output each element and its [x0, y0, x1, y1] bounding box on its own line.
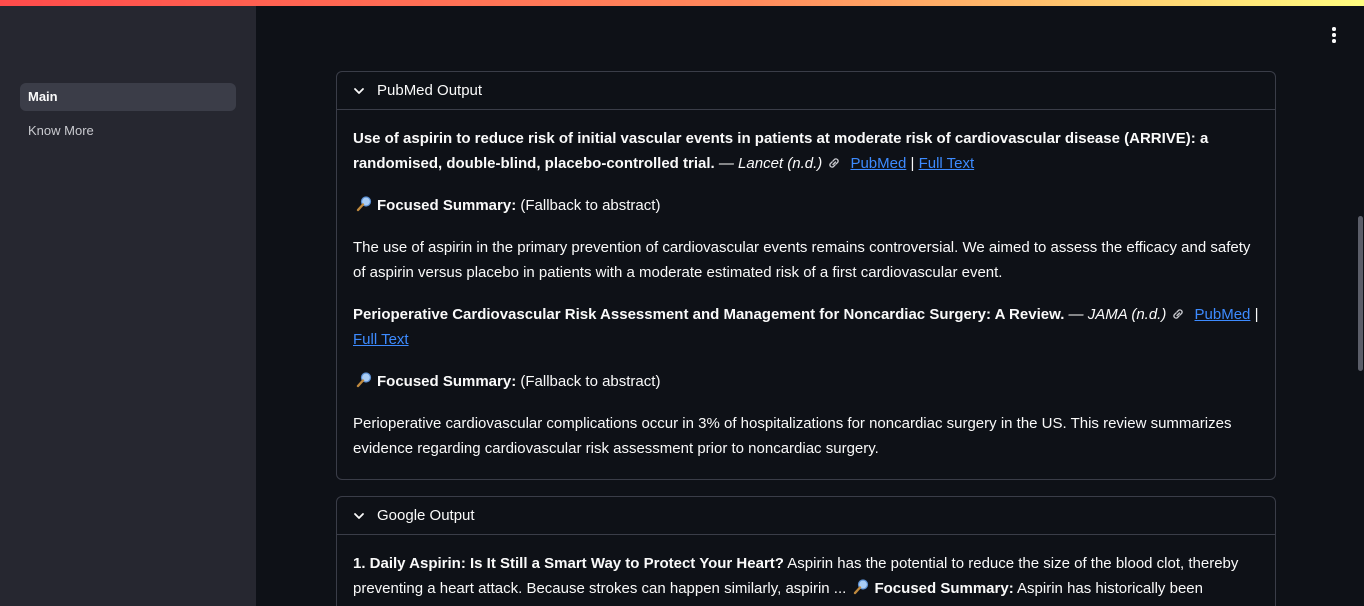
result-title: 1. Daily Aspirin: Is It Still a Smart Wa…: [353, 555, 784, 572]
link-separator: |: [910, 155, 915, 172]
scrollbar-thumb[interactable]: [1358, 216, 1363, 371]
summary-text: Aspirin has historically been: [1017, 580, 1203, 597]
sidebar-item-know-more[interactable]: Know More: [20, 117, 236, 145]
article-journal: — JAMA (n.d.): [1068, 306, 1167, 323]
more-vertical-icon[interactable]: [1322, 24, 1346, 46]
article-title: Perioperative Cardiovascular Risk Assess…: [353, 306, 1065, 323]
pubmed-output-body: Use of aspirin to reduce risk of initial…: [337, 110, 1275, 461]
pubmed-link[interactable]: PubMed: [850, 155, 906, 172]
full-text-link[interactable]: Full Text: [919, 155, 975, 172]
google-output-title: Google Output: [377, 507, 475, 524]
chevron-down-icon: [354, 87, 364, 94]
pubmed-output-title: PubMed Output: [377, 82, 483, 99]
sidebar-item-label: Know More: [28, 123, 94, 138]
google-output-body: 1. Daily Aspirin: Is It Still a Smart Wa…: [337, 535, 1275, 601]
link-icon: [829, 158, 839, 168]
google-result: 1. Daily Aspirin: Is It Still a Smart Wa…: [353, 551, 1259, 601]
magnifier-icon: [356, 372, 372, 388]
sidebar-item-main[interactable]: Main: [20, 83, 236, 111]
magnifier-icon: [356, 196, 372, 212]
full-text-link[interactable]: Full Text: [353, 331, 409, 348]
summary-label: Focused Summary:: [377, 197, 517, 214]
focused-summary-line: Focused Summary: (Fallback to abstract): [353, 369, 1259, 394]
summary-note: (Fallback to abstract): [520, 373, 661, 390]
article-abstract: Perioperative cardiovascular complicatio…: [353, 415, 1232, 457]
chevron-down-icon: [354, 512, 364, 519]
article-journal: — Lancet (n.d.): [718, 155, 823, 172]
summary-note: (Fallback to abstract): [520, 197, 661, 214]
link-icon: [1173, 309, 1184, 319]
link-separator: |: [1254, 306, 1259, 323]
magnifier-icon: [854, 579, 869, 595]
summary-label: Focused Summary:: [874, 580, 1014, 597]
focused-summary-line: Focused Summary: (Fallback to abstract): [353, 193, 1259, 218]
pubmed-output-expander: PubMed Output Use of aspirin to reduce r…: [336, 71, 1276, 480]
article-citation: Use of aspirin to reduce risk of initial…: [353, 126, 1259, 176]
article-abstract: The use of aspirin in the primary preven…: [353, 239, 1251, 281]
pubmed-link[interactable]: PubMed: [1195, 306, 1251, 323]
sidebar: Main Know More: [0, 6, 256, 606]
pubmed-output-header[interactable]: PubMed Output: [337, 72, 1275, 110]
sidebar-item-label: Main: [28, 89, 58, 104]
google-output-header[interactable]: Google Output: [337, 497, 1275, 535]
google-output-expander: Google Output 1. Daily Aspirin: Is It St…: [336, 496, 1276, 606]
article-citation: Perioperative Cardiovascular Risk Assess…: [353, 302, 1259, 352]
summary-label: Focused Summary:: [377, 373, 517, 390]
